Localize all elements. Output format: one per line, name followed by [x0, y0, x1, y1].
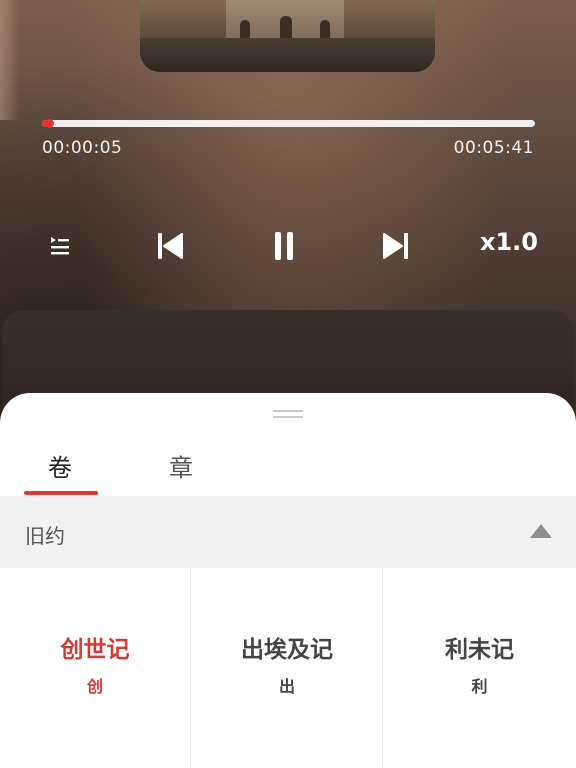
cover-window: [240, 20, 250, 40]
playlist-button[interactable]: [44, 226, 76, 266]
section-title: 旧约: [25, 524, 65, 548]
active-tab-indicator: [24, 491, 98, 495]
current-time: 00:00:05: [42, 138, 123, 158]
triangle-up-icon[interactable]: [530, 524, 552, 538]
book-name: 创世记: [60, 637, 130, 663]
section-header-old-testament[interactable]: 旧约: [0, 496, 576, 568]
speed-button[interactable]: x1.0: [480, 228, 538, 256]
pause-icon: [275, 232, 293, 260]
cover-window: [320, 20, 330, 40]
playlist-icon: [51, 237, 69, 255]
total-time: 00:05:41: [453, 138, 534, 158]
cover-ground: [140, 38, 435, 72]
skip-next-icon: [383, 233, 408, 259]
book-abbr: 出: [278, 677, 295, 696]
tab-volume[interactable]: 卷: [48, 448, 72, 483]
book-item-exodus[interactable]: 出埃及记 出: [192, 568, 383, 768]
book-abbr: 利: [471, 677, 488, 696]
book-name: 出埃及记: [241, 637, 333, 663]
progress-thumb[interactable]: [45, 119, 54, 128]
pause-button[interactable]: [266, 226, 302, 266]
background-highlight: [0, 0, 20, 120]
sheet-drag-handle[interactable]: [273, 410, 303, 418]
book-picker-sheet: 卷 章 旧约 创世记 创 出埃及记 出 利未记 利: [0, 393, 576, 768]
book-name: 利未记: [445, 637, 514, 663]
book-abbr: 创: [86, 677, 103, 696]
book-item-genesis[interactable]: 创世记 创: [0, 568, 191, 768]
album-cover: [140, 0, 435, 72]
tab-chapter[interactable]: 章: [169, 448, 193, 483]
skip-previous-icon: [158, 233, 183, 259]
progress-bar[interactable]: [42, 119, 535, 128]
next-button[interactable]: [376, 226, 416, 266]
book-item-leviticus[interactable]: 利未记 利: [384, 568, 575, 768]
previous-button[interactable]: [150, 226, 190, 266]
book-grid: 创世记 创 出埃及记 出 利未记 利: [0, 568, 576, 768]
